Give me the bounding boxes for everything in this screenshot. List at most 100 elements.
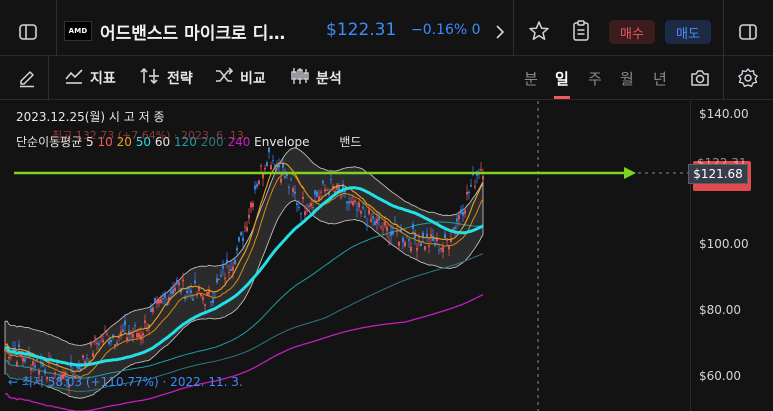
candle-body [426, 233, 428, 237]
ma-tail-label: Envelope [254, 135, 310, 149]
right-panel-toggle-icon[interactable] [734, 18, 762, 46]
candle-body [366, 224, 368, 227]
timeframe-year[interactable]: 년 [653, 68, 667, 89]
candle-body [36, 358, 38, 360]
candle-body [384, 221, 386, 226]
candle-body [194, 280, 196, 284]
candle-body [134, 325, 136, 326]
candle-body [110, 339, 112, 343]
candle-body [248, 214, 250, 219]
candle-body [122, 329, 124, 332]
candle-body [242, 237, 244, 242]
candle-body [402, 237, 404, 243]
candle-body [234, 259, 236, 265]
candle-body [136, 333, 138, 338]
settings-gear-icon[interactable] [736, 66, 760, 90]
candle-body [458, 215, 460, 219]
buy-button[interactable]: 매수 [609, 20, 655, 44]
candle-body [196, 294, 198, 296]
strategy-label: 전략 [167, 71, 193, 87]
candle-body [356, 209, 358, 211]
bands-label: 밴드 [339, 135, 362, 149]
low-note: ← 최저 58.03 (+110.77%) · 2022. 11. 3. [8, 375, 243, 389]
candle-body [152, 307, 154, 313]
candle-body [104, 332, 106, 334]
divider [723, 56, 724, 100]
candle-body [202, 296, 204, 301]
candle-body [190, 290, 192, 293]
high-note: 최고 132.73 (+7.64%) · 2023. 6. 13. [52, 129, 248, 142]
candle-body [284, 175, 286, 178]
chevron-right-icon[interactable] [492, 22, 508, 42]
ticker-logo: AMD [64, 21, 92, 41]
candle-body [100, 336, 102, 337]
candle-body [420, 242, 422, 246]
candle-body [208, 290, 210, 295]
timeframe-minute[interactable]: 분 [524, 68, 538, 89]
candle-body [254, 185, 256, 190]
candle-body [210, 301, 212, 303]
candle-body [116, 342, 118, 345]
candle-body [430, 234, 432, 237]
compare-button[interactable]: 비교 [214, 66, 266, 90]
candle-body [154, 297, 156, 303]
indicators-button[interactable]: 지표 [64, 66, 116, 90]
candle-body [390, 231, 392, 236]
candle-body [144, 320, 146, 323]
candle-body [388, 241, 390, 242]
candle-body [460, 209, 462, 215]
price-axis-label: $80.00 [699, 303, 741, 317]
star-icon[interactable] [526, 18, 552, 44]
candle-body [280, 178, 282, 183]
camera-icon[interactable] [688, 66, 712, 90]
sell-button[interactable]: 매도 [665, 20, 711, 44]
strategy-button[interactable]: 전략 [139, 66, 193, 90]
candle-body [160, 299, 162, 304]
candle-body [482, 176, 484, 180]
candle-body [156, 300, 158, 304]
candle-body [222, 265, 224, 269]
divider [513, 0, 514, 56]
candle-body [188, 288, 190, 290]
symbol-title[interactable]: 어드밴스드 마이크로 디… [100, 19, 285, 44]
candle-body [16, 361, 18, 366]
candle-body [126, 337, 128, 341]
candle-body [466, 192, 468, 195]
timeframe-week[interactable]: 주 [588, 68, 602, 89]
sidebar-toggle-icon[interactable] [14, 18, 42, 46]
candle-body [92, 352, 94, 357]
candle-body [236, 247, 238, 251]
candle-body [86, 358, 88, 360]
timeframe-day[interactable]: 일 [555, 68, 569, 89]
candle-body [354, 200, 356, 202]
candle-body [212, 299, 214, 303]
clipboard-icon[interactable] [568, 18, 594, 44]
candle-body [464, 210, 466, 214]
analysis-button[interactable]: 분석 [290, 66, 342, 90]
candle-body [462, 211, 464, 216]
timeframe-month[interactable]: 월 [620, 68, 634, 89]
price-change: −0.16% 0 [411, 22, 481, 38]
pencil-icon[interactable] [14, 66, 40, 90]
candle-body [346, 201, 348, 204]
candle-body [182, 279, 184, 282]
candle-body [282, 163, 284, 168]
candle-body [324, 189, 326, 192]
candle-body [260, 165, 262, 167]
candle-body [174, 287, 176, 291]
candle-body [230, 268, 232, 271]
price-axis[interactable]: $140.00 $100.00 $80.00 $60.00 [690, 101, 773, 411]
candle-body [270, 165, 272, 170]
candle-body [322, 180, 324, 184]
candle-body [224, 277, 226, 280]
candle-body [226, 259, 228, 263]
candle-body [440, 248, 442, 250]
candle-body [30, 368, 32, 371]
candle-body [444, 234, 446, 239]
candle-body [412, 224, 414, 229]
candle-body [372, 216, 374, 219]
candle-body [294, 191, 296, 194]
candle-body [176, 279, 178, 283]
candle-body [330, 179, 332, 180]
top-toolbar: AMD 어드밴스드 마이크로 디… $122.31 −0.16% 0 매수 매도 [0, 0, 773, 56]
